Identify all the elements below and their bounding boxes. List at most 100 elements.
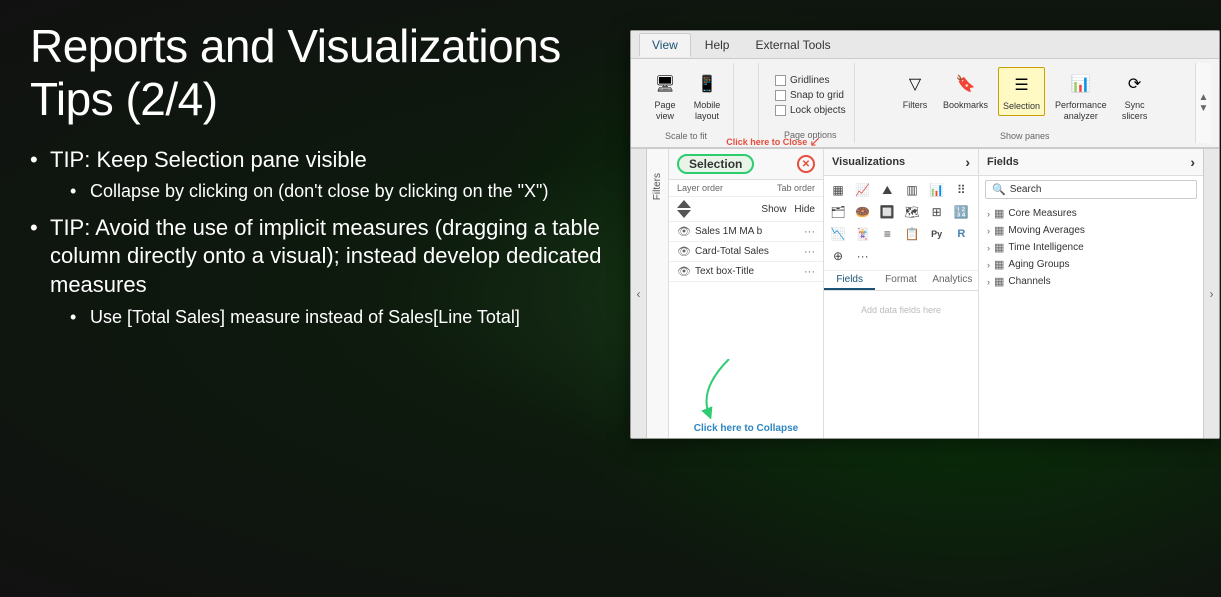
viz-expand-arrow[interactable]: › (965, 154, 970, 170)
layer-item-sales-1m[interactable]: 👁 Sales 1M MA b ··· (669, 222, 823, 242)
selection-pane: Selection ✕ Click here to Close ↙ Layer (669, 149, 824, 438)
selection-pane-title: Selection (677, 154, 754, 174)
screenshot-mockup: View Help External Tools 🖥 (630, 30, 1220, 439)
sync-slicers-label: Syncslicers (1122, 100, 1148, 122)
mobile-layout-icon: 📱 (693, 70, 721, 98)
ribbon-group-scale: 🖥 Pageview 📱 Mobilelayout Scale to fit (639, 63, 734, 143)
lock-checkbox-box[interactable] (775, 105, 786, 116)
viz-icon-donut[interactable]: 🍩 (853, 202, 873, 222)
viz-icon-slicer[interactable]: ≡ (877, 224, 897, 244)
viz-icon-line[interactable]: 📈 (853, 180, 873, 200)
sub-list-2: Use [Total Sales] measure instead of Sal… (50, 306, 610, 329)
right-panel: View Help External Tools 🖥 (630, 20, 1220, 577)
viz-tab-fields[interactable]: Fields (824, 271, 875, 290)
right-nav-chevron[interactable]: › (1203, 149, 1219, 438)
bookmarks-button[interactable]: 🔖 Bookmarks (939, 67, 992, 114)
performance-analyzer-button[interactable]: 📊 Performanceanalyzer (1051, 67, 1111, 125)
left-nav-chevron[interactable]: ‹ (631, 149, 647, 438)
show-panes-buttons: ▽ Filters 🔖 Bookmarks ☰ Selection (897, 67, 1153, 125)
layer-down-button[interactable] (677, 210, 691, 218)
layer-item-textbox-title[interactable]: 👁 Text box-Title ··· (669, 262, 823, 282)
lock-objects-checkbox[interactable]: Lock objects (775, 105, 846, 116)
mobile-layout-label: Mobilelayout (694, 100, 721, 122)
ribbon-tabs: View Help External Tools (631, 31, 1219, 59)
viz-icon-r[interactable]: R (951, 224, 971, 244)
selection-button[interactable]: ☰ Selection (998, 67, 1045, 116)
fields-header: Fields › (979, 149, 1203, 176)
expand-arrow-aging: › (987, 260, 990, 270)
page-view-label: Pageview (654, 100, 675, 122)
page-view-button[interactable]: 🖥 Pageview (647, 67, 683, 125)
viz-icon-more[interactable]: ⊕ (828, 246, 848, 266)
fields-pane: Fields › 🔍 Search › ▦ Core Measures (979, 149, 1203, 438)
filters-button[interactable]: ▽ Filters (897, 67, 933, 114)
tab-help[interactable]: Help (693, 34, 742, 56)
bookmarks-label: Bookmarks (943, 100, 988, 111)
sub-bullet-2-1: Use [Total Sales] measure instead of Sal… (70, 306, 610, 329)
viz-icon-map[interactable]: 🗺 (902, 202, 922, 222)
field-group-time-name: Time Intelligence (1008, 242, 1083, 253)
bullet-1: TIP: Keep Selection pane visible Collaps… (30, 146, 610, 204)
ribbon-group-show-panes: ▽ Filters 🔖 Bookmarks ☰ Selection (863, 63, 1187, 143)
viz-icon-stack[interactable]: ▥ (902, 180, 922, 200)
viz-icon-treemap[interactable]: 🔲 (877, 202, 897, 222)
viz-icon-kpi[interactable]: 🔢 (951, 202, 971, 222)
field-group-moving-name: Moving Averages (1008, 225, 1085, 236)
table-icon-time: ▦ (994, 241, 1004, 254)
close-selection-button[interactable]: ✕ (797, 155, 815, 173)
collapse-arrow-annotation (689, 359, 739, 422)
gridlines-checkbox-box[interactable] (775, 75, 786, 86)
tab-external-tools[interactable]: External Tools (743, 34, 842, 56)
ribbon-group-page-options: Gridlines Snap to grid Lock objects (767, 63, 855, 143)
field-group-aging-groups[interactable]: › ▦ Aging Groups (979, 256, 1203, 273)
fields-search-text: Search (1010, 184, 1042, 195)
snap-checkbox-box[interactable] (775, 90, 786, 101)
mobile-layout-button[interactable]: 📱 Mobilelayout (689, 67, 725, 125)
fields-search-box[interactable]: 🔍 Search (985, 180, 1197, 199)
viz-icon-dots[interactable]: ··· (853, 246, 873, 266)
viz-icon-card[interactable]: 🃏 (853, 224, 873, 244)
field-group-time-intelligence[interactable]: › ▦ Time Intelligence (979, 239, 1203, 256)
viz-tab-format[interactable]: Format (875, 271, 926, 290)
bookmarks-icon: 🔖 (952, 70, 980, 98)
snap-to-grid-checkbox[interactable]: Snap to grid (775, 90, 846, 101)
selection-controls: Show Hide (669, 197, 823, 222)
dots-icon-textbox: ··· (804, 266, 815, 278)
expand-arrow-core: › (987, 209, 990, 219)
sync-slicers-button[interactable]: ⟳ Syncslicers (1117, 67, 1153, 125)
viz-icon-table[interactable]: 📋 (902, 224, 922, 244)
perf-analyzer-icon: 📊 (1067, 70, 1095, 98)
viz-pane-header: Visualizations › (824, 149, 978, 176)
main-content: Reports and Visualizations Tips (2/4) TI… (0, 0, 1221, 597)
fields-list: › ▦ Core Measures › ▦ Moving Averages › … (979, 203, 1203, 292)
viz-icon-scatter[interactable]: ⠿ (951, 180, 971, 200)
dots-icon-sales-1m: ··· (804, 226, 815, 238)
page-title: Reports and Visualizations Tips (2/4) (30, 20, 610, 126)
main-area: ‹ Filters Selection ✕ (631, 148, 1219, 438)
viz-icon-bar[interactable]: ▦ (828, 180, 848, 200)
fields-search-icon: 🔍 (992, 183, 1006, 196)
click-close-label: Click here to Close (726, 137, 807, 147)
field-group-channels[interactable]: › ▦ Channels (979, 273, 1203, 290)
viz-icon-matrix[interactable]: ⊞ (927, 202, 947, 222)
bullet-2: TIP: Avoid the use of implicit measures … (30, 214, 610, 329)
field-group-moving-averages[interactable]: › ▦ Moving Averages (979, 222, 1203, 239)
gridlines-checkbox[interactable]: Gridlines (775, 75, 846, 86)
viz-tab-analytics[interactable]: Analytics (927, 271, 978, 290)
viz-icon-col[interactable]: 📊 (927, 180, 947, 200)
show-hide-controls: Show Hide (761, 204, 815, 215)
tab-view[interactable]: View (639, 33, 691, 57)
up-down-arrows (677, 200, 691, 218)
red-arrow-icon: ↙ (809, 133, 821, 150)
field-group-core-measures[interactable]: › ▦ Core Measures (979, 205, 1203, 222)
viz-icon-gauge[interactable]: 📉 (828, 224, 848, 244)
layer-up-button[interactable] (677, 200, 691, 208)
collapse-arrow-svg (689, 359, 739, 419)
ribbon-scroll-arrow[interactable]: ▲▼ (1195, 63, 1211, 143)
viz-icon-area[interactable]: ⛰ (877, 180, 897, 200)
viz-icon-py[interactable]: Py (927, 224, 947, 244)
fields-expand-arrow[interactable]: › (1190, 154, 1195, 170)
layer-item-card-total[interactable]: 👁 Card-Total Sales ··· (669, 242, 823, 262)
filters-label: Filters (903, 100, 928, 111)
viz-icon-pie[interactable]: 🗂 (828, 202, 848, 222)
